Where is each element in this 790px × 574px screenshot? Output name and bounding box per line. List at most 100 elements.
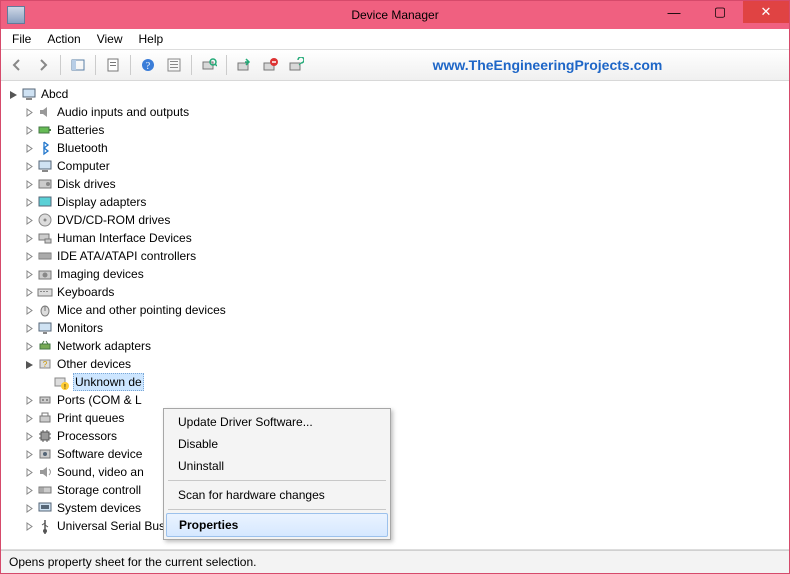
expand-icon[interactable]: [23, 502, 35, 514]
expand-icon[interactable]: [23, 394, 35, 406]
titlebar[interactable]: Device Manager — ▢ ✕: [1, 1, 789, 29]
collapse-icon[interactable]: [7, 88, 19, 100]
svg-text:!: !: [64, 384, 66, 390]
status-bar: Opens property sheet for the current sel…: [1, 550, 789, 573]
maximize-button[interactable]: ▢: [697, 1, 743, 23]
ctx-update-driver[interactable]: Update Driver Software...: [166, 411, 388, 433]
expand-icon[interactable]: [23, 340, 35, 352]
tree-item-computer[interactable]: Computer: [23, 157, 783, 175]
uninstall-toolbar-button[interactable]: [258, 53, 282, 77]
monitor-icon: [37, 320, 53, 336]
menu-action[interactable]: Action: [40, 31, 87, 47]
expand-icon[interactable]: [23, 412, 35, 424]
expand-icon[interactable]: [23, 268, 35, 280]
help-toolbar-button[interactable]: ?: [136, 53, 160, 77]
expand-icon[interactable]: [23, 448, 35, 460]
tree-root[interactable]: Abcd: [7, 85, 783, 103]
svg-text:?: ?: [43, 360, 48, 369]
promo-link[interactable]: www.TheEngineeringProjects.com: [310, 57, 785, 73]
tree-item-display[interactable]: Display adapters: [23, 193, 783, 211]
expand-icon[interactable]: [23, 178, 35, 190]
ctx-uninstall[interactable]: Uninstall: [166, 455, 388, 477]
disk-icon: [37, 176, 53, 192]
expand-icon[interactable]: [23, 142, 35, 154]
tree-item-keyboards[interactable]: Keyboards: [23, 283, 783, 301]
collapse-icon[interactable]: [23, 358, 35, 370]
tree-item-usb[interactable]: Universal Serial Bus controllers: [23, 517, 783, 535]
menu-view[interactable]: View: [90, 31, 130, 47]
usb-icon: [37, 518, 53, 534]
tree-item-network[interactable]: Network adapters: [23, 337, 783, 355]
expand-icon[interactable]: [23, 322, 35, 334]
disable-toolbar-button[interactable]: [284, 53, 308, 77]
tree-item-hid[interactable]: Human Interface Devices: [23, 229, 783, 247]
tree-item-sound[interactable]: Sound, video an: [23, 463, 783, 481]
camera-icon: [37, 266, 53, 282]
menubar: File Action View Help: [1, 29, 789, 50]
tree-item-dvd[interactable]: DVD/CD-ROM drives: [23, 211, 783, 229]
bluetooth-icon: [37, 140, 53, 156]
tree-item-monitors[interactable]: Monitors: [23, 319, 783, 337]
show-hide-tree-button[interactable]: [66, 53, 90, 77]
expand-icon[interactable]: [23, 214, 35, 226]
system-icon: [37, 500, 53, 516]
status-text: Opens property sheet for the current sel…: [9, 555, 256, 569]
tree-item-disk[interactable]: Disk drives: [23, 175, 783, 193]
svg-text:?: ?: [146, 61, 151, 72]
toolbar: ? www.TheEngineeringProjects.com: [1, 50, 789, 81]
tree-item-audio[interactable]: Audio inputs and outputs: [23, 103, 783, 121]
menu-file[interactable]: File: [5, 31, 38, 47]
update-driver-toolbar-button[interactable]: [232, 53, 256, 77]
expand-icon[interactable]: [23, 304, 35, 316]
expand-icon[interactable]: [23, 466, 35, 478]
scan-hardware-toolbar-button[interactable]: [197, 53, 221, 77]
minimize-button[interactable]: —: [651, 1, 697, 23]
tree-item-ports[interactable]: Ports (COM & L: [23, 391, 783, 409]
warning-device-icon: !: [53, 374, 69, 390]
expand-icon[interactable]: [23, 520, 35, 532]
forward-button[interactable]: [31, 53, 55, 77]
storage-icon: [37, 482, 53, 498]
ports-icon: [37, 392, 53, 408]
tree-item-mice[interactable]: Mice and other pointing devices: [23, 301, 783, 319]
tree-item-system[interactable]: System devices: [23, 499, 783, 517]
expand-icon[interactable]: [23, 430, 35, 442]
tree-item-ide[interactable]: IDE ATA/ATAPI controllers: [23, 247, 783, 265]
computer-icon: [37, 158, 53, 174]
expand-icon[interactable]: [23, 124, 35, 136]
tree-item-processors[interactable]: Processors: [23, 427, 783, 445]
software-icon: [37, 446, 53, 462]
tree-item-print-queues[interactable]: Print queues: [23, 409, 783, 427]
device-tree-pane[interactable]: Abcd Audio inputs and outputs Batteries …: [1, 81, 789, 550]
tree-item-batteries[interactable]: Batteries: [23, 121, 783, 139]
expand-icon[interactable]: [23, 484, 35, 496]
tree-item-other-devices[interactable]: ?Other devices: [23, 355, 783, 373]
printer-icon: [37, 410, 53, 426]
battery-icon: [37, 122, 53, 138]
expand-icon[interactable]: [23, 250, 35, 262]
ctx-disable[interactable]: Disable: [166, 433, 388, 455]
tree-item-unknown-device[interactable]: !Unknown de: [39, 373, 783, 391]
expand-icon[interactable]: [23, 160, 35, 172]
menu-help[interactable]: Help: [132, 31, 171, 47]
tree-item-bluetooth[interactable]: Bluetooth: [23, 139, 783, 157]
expand-icon[interactable]: [23, 196, 35, 208]
expand-icon[interactable]: [23, 286, 35, 298]
close-button[interactable]: ✕: [743, 1, 789, 23]
computer-icon: [21, 86, 37, 102]
ctx-properties[interactable]: Properties: [166, 513, 388, 537]
network-icon: [37, 338, 53, 354]
action-toolbar-button[interactable]: [162, 53, 186, 77]
properties-toolbar-button[interactable]: [101, 53, 125, 77]
tree-item-storage[interactable]: Storage controll: [23, 481, 783, 499]
device-manager-window: Device Manager — ▢ ✕ File Action View He…: [0, 0, 790, 574]
tree-item-imaging[interactable]: Imaging devices: [23, 265, 783, 283]
tree-item-software-devices[interactable]: Software device: [23, 445, 783, 463]
back-button[interactable]: [5, 53, 29, 77]
ctx-separator: [168, 480, 386, 481]
expand-icon[interactable]: [23, 232, 35, 244]
ide-icon: [37, 248, 53, 264]
expand-icon[interactable]: [23, 106, 35, 118]
ctx-scan-hardware[interactable]: Scan for hardware changes: [166, 484, 388, 506]
tree-root-label: Abcd: [41, 86, 68, 102]
